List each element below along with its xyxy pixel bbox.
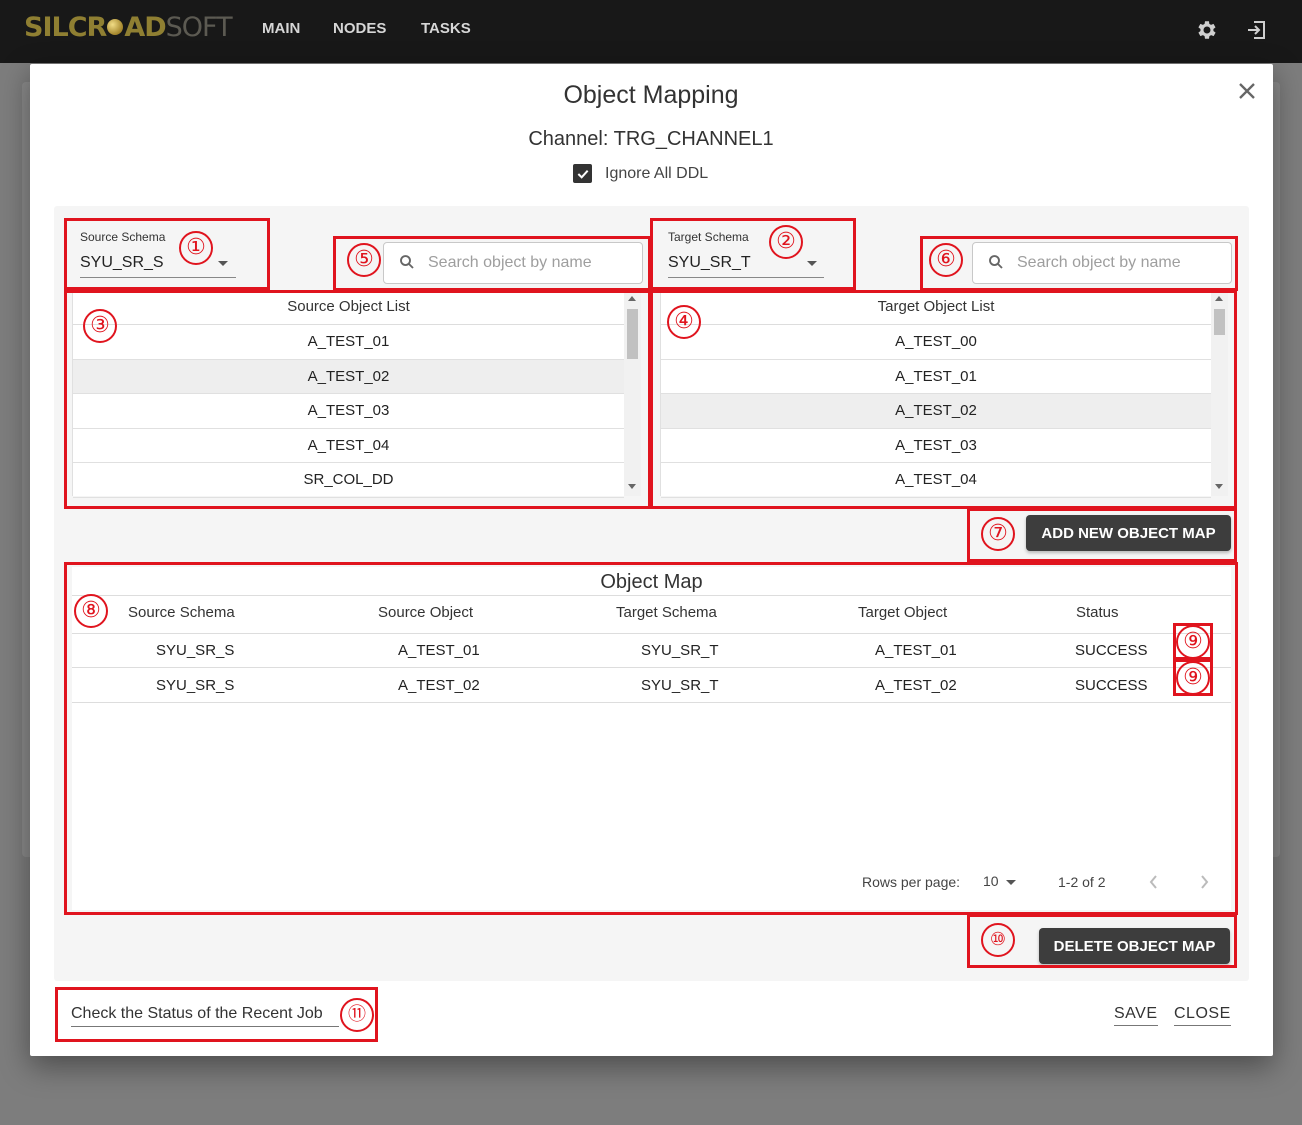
nav-main[interactable]: MAIN: [262, 20, 300, 37]
annotation-box-3: [64, 290, 651, 509]
annotation-number-5: ⑤: [347, 243, 381, 277]
check-icon: [577, 169, 588, 179]
ignore-ddl-checkbox[interactable]: [573, 164, 592, 183]
logo-text-part3: SOFT: [165, 12, 233, 43]
nav-nodes[interactable]: NODES: [333, 20, 386, 37]
gear-icon[interactable]: [1195, 18, 1219, 42]
annotation-number-10: ⑩: [981, 923, 1015, 957]
channel-label: Channel: TRG_CHANNEL1: [528, 128, 774, 150]
annotation-number-3: ③: [83, 309, 117, 343]
logo-ball-icon: [107, 19, 124, 35]
annotation-number-9b: ⑨: [1176, 661, 1210, 695]
annotation-number-9a: ⑨: [1176, 625, 1210, 659]
nav-tasks[interactable]: TASKS: [421, 20, 471, 37]
close-button[interactable]: CLOSE: [1174, 1005, 1231, 1026]
annotation-box-8: [64, 562, 1238, 915]
save-button[interactable]: SAVE: [1114, 1005, 1158, 1026]
annotation-number-4: ④: [667, 305, 701, 339]
logo-text-part1: SILCR: [24, 12, 107, 43]
annotation-number-2: ②: [769, 225, 803, 259]
app-bar: SILCR ADSOFT MAIN NODES TASKS: [0, 0, 1302, 63]
annotation-box-6: [920, 236, 1238, 291]
annotation-box-1: [64, 218, 270, 290]
annotation-box-4: [650, 290, 1237, 509]
annotation-number-11: ⑪: [340, 998, 374, 1032]
dialog-title: Object Mapping: [563, 81, 739, 109]
ignore-ddl-label: Ignore All DDL: [605, 164, 709, 182]
annotation-number-1: ①: [179, 231, 213, 265]
annotation-number-6: ⑥: [929, 243, 963, 277]
annotation-number-8: ⑧: [74, 594, 108, 628]
annotation-box-11: [55, 987, 378, 1042]
ignore-ddl-row: Ignore All DDL: [573, 164, 708, 183]
logout-icon[interactable]: [1245, 18, 1269, 42]
logo-text-part2: AD: [124, 12, 166, 43]
annotation-box-5: [333, 236, 651, 291]
silcroad-logo[interactable]: SILCR ADSOFT: [24, 12, 233, 43]
annotation-box-2: [650, 218, 856, 290]
annotation-number-7: ⑦: [981, 517, 1015, 551]
